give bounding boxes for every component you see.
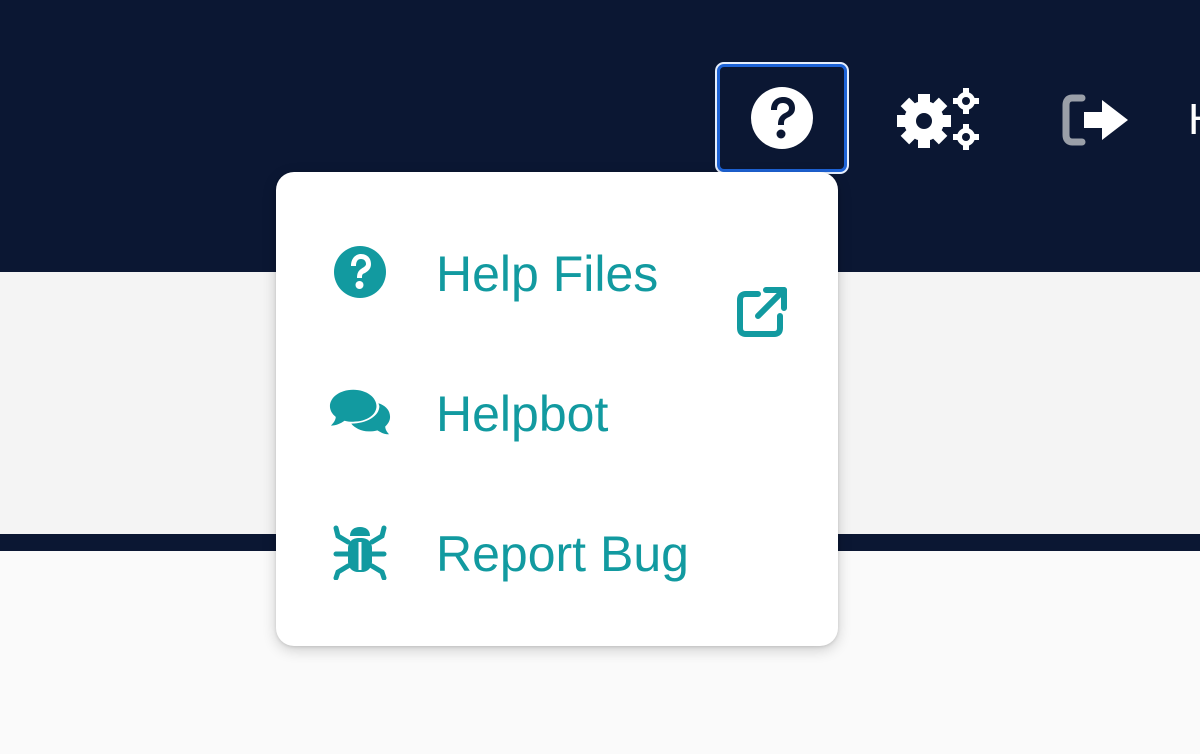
menu-item-report-bug[interactable]: Report Bug xyxy=(276,492,838,612)
menu-item-label: Help Files xyxy=(436,246,659,302)
logout-icon xyxy=(1062,94,1128,146)
menu-item-label: Helpbot xyxy=(436,386,609,442)
menu-item-label: Report Bug xyxy=(436,526,689,582)
help-dropdown-menu: Help Files Helpbot Report Bug xyxy=(276,172,838,646)
logout-button[interactable] xyxy=(1058,84,1138,156)
settings-button[interactable] xyxy=(892,84,988,156)
menu-item-help-files[interactable]: Help Files xyxy=(276,212,838,337)
help-button[interactable] xyxy=(715,62,849,174)
gears-icon xyxy=(897,88,979,150)
external-link-icon xyxy=(737,287,787,337)
question-circle-icon xyxy=(328,242,392,302)
user-name-label[interactable]: H xyxy=(1188,96,1200,144)
question-circle-icon xyxy=(751,87,813,149)
menu-item-helpbot[interactable]: Helpbot xyxy=(276,352,838,472)
bug-icon xyxy=(328,522,392,582)
comments-icon xyxy=(328,382,392,442)
